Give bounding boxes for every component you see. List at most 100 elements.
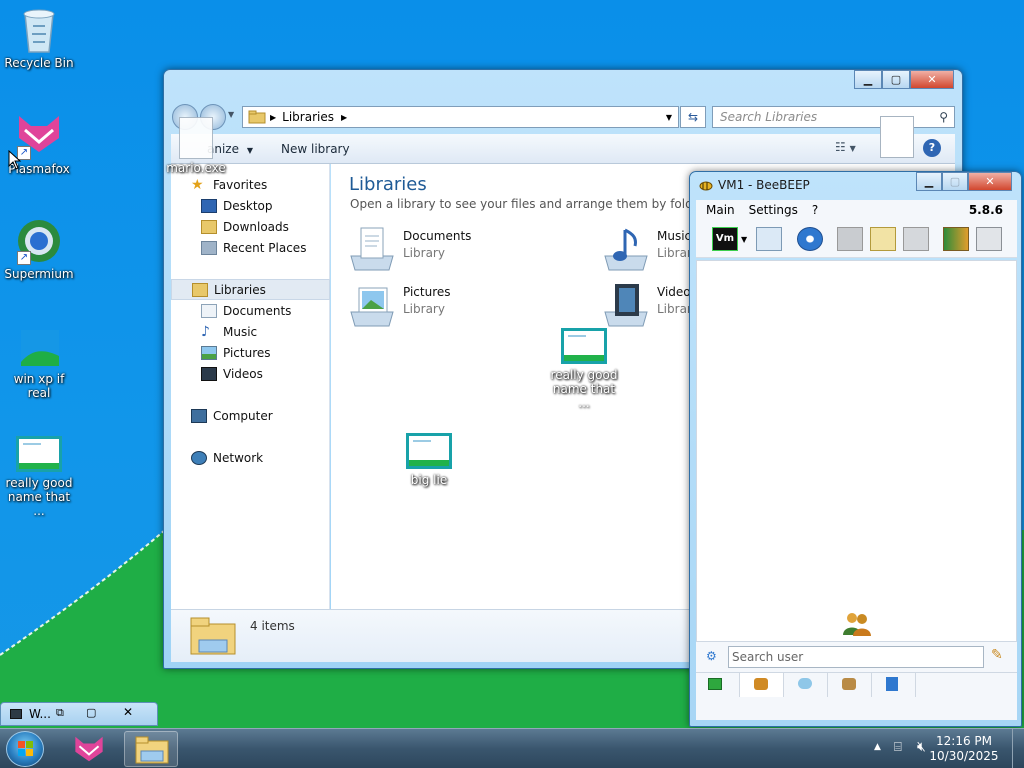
network-icon[interactable]: ⌸: [894, 740, 902, 755]
desktop-icon-recycle-bin[interactable]: Recycle Bin: [1, 6, 77, 70]
menu-help[interactable]: ?: [812, 203, 818, 217]
window-title: VM1 - BeeBEEP: [718, 178, 810, 192]
library-music[interactable]: Music Librar: [603, 226, 692, 272]
panel-tabs: [696, 672, 1017, 698]
search-input[interactable]: Search Libraries ⚲: [712, 106, 955, 128]
window-app-icon: [10, 709, 22, 719]
blank-file-icon[interactable]: [880, 116, 914, 158]
search-icon[interactable]: ⚲: [939, 107, 948, 127]
tab-users[interactable]: [740, 673, 784, 697]
volume-muted-icon[interactable]: 🔇︎: [917, 739, 926, 755]
users-icon: [754, 678, 768, 690]
library-type: Library: [403, 246, 445, 260]
taskbar-plasmafox[interactable]: [62, 731, 116, 767]
blank-file-icon: [179, 117, 213, 159]
libraries-folder-icon: [248, 110, 266, 124]
network-broadcast-icon[interactable]: [797, 227, 823, 251]
close-button[interactable]: ✕: [123, 705, 133, 719]
restore-button[interactable]: ⧉: [56, 706, 64, 720]
nav-pictures[interactable]: Pictures: [171, 342, 330, 363]
desktop-icon-really-good-name-2[interactable]: really good name that ...: [546, 322, 622, 410]
edit-profile-icon[interactable]: [756, 227, 782, 251]
clock[interactable]: 12:16 PM 10/30/2025: [926, 734, 1002, 764]
nav-documents[interactable]: Documents: [171, 300, 330, 321]
desktop-icon-win-xp[interactable]: win xp if real: [1, 322, 77, 400]
version-label: 5.8.6: [968, 203, 1003, 217]
tab-chats[interactable]: [784, 673, 828, 697]
mouse-cursor-icon: [8, 150, 22, 170]
desktop-icon-label: win xp if real: [13, 372, 65, 400]
chat-area[interactable]: [696, 260, 1017, 642]
minimize-button[interactable]: ▁: [916, 172, 942, 191]
nav-label: Documents: [223, 303, 292, 318]
refresh-icon[interactable]: ⇆: [680, 106, 706, 128]
tab-groups[interactable]: [828, 673, 872, 697]
trash-icon[interactable]: [976, 227, 1002, 251]
breadcrumb-chevron-icon[interactable]: ▶: [341, 113, 347, 122]
nav-desktop[interactable]: Desktop: [171, 195, 330, 216]
clear-broom-icon[interactable]: ✎: [991, 647, 1003, 663]
desktop-icon-really-good-name[interactable]: really good name that ...: [1, 430, 77, 518]
address-dropdown-icon[interactable]: ▼: [666, 113, 672, 122]
start-button[interactable]: [6, 731, 44, 767]
breadcrumb-libraries[interactable]: Libraries: [282, 110, 334, 124]
minimized-window-title: W...: [29, 707, 51, 721]
desktop-icon-big-lie[interactable]: big lie: [391, 427, 467, 487]
new-library-button[interactable]: New library: [281, 142, 350, 156]
gear-icon[interactable]: ⚙: [706, 649, 717, 663]
breadcrumb-separator-icon: ▶: [270, 112, 277, 122]
taskbar-explorer[interactable]: [124, 731, 178, 767]
desktop-icon-label: mario.exe: [166, 161, 226, 175]
minimized-window-bar[interactable]: W... ⧉ ▢ ✕: [0, 702, 158, 726]
nav-label: Network: [213, 450, 264, 465]
nav-network[interactable]: Network: [171, 447, 330, 468]
library-pictures[interactable]: Pictures Library: [349, 282, 451, 328]
pencil-icon[interactable]: [870, 227, 896, 251]
desktop: Recycle Bin ↗ Plasmafox ↗ Supermium win …: [0, 0, 1024, 728]
close-button[interactable]: ✕: [968, 172, 1012, 191]
item-count: 4 items: [250, 619, 295, 633]
maximize-button[interactable]: ▢: [86, 706, 96, 719]
menu-main[interactable]: Main: [706, 203, 735, 217]
search-user-input[interactable]: Search user: [728, 646, 984, 668]
tools-icon[interactable]: [903, 227, 929, 251]
nav-videos[interactable]: Videos: [171, 363, 330, 384]
nav-label: Videos: [223, 366, 263, 381]
library-documents[interactable]: Documents Library: [349, 226, 471, 272]
nav-favorites[interactable]: ★ Favorites: [171, 174, 330, 195]
help-icon[interactable]: ?: [923, 139, 941, 157]
nav-label: Libraries: [214, 282, 266, 297]
minimize-button[interactable]: ▁: [854, 70, 882, 89]
beebeep-window[interactable]: VM1 - BeeBEEP ▁ ▢ ✕ Main Settings ? 5.8.…: [689, 171, 1022, 727]
mail-icon[interactable]: [837, 227, 863, 251]
desktop-icon-label: Supermium: [4, 267, 74, 281]
documents-icon: [201, 303, 217, 318]
nav-recent-places[interactable]: Recent Places: [171, 237, 330, 258]
view-options-icon[interactable]: ☷ ▼: [835, 140, 856, 154]
explorer-caption-buttons: ▁ ▢ ✕: [854, 70, 954, 89]
nav-music[interactable]: ♪ Music: [171, 321, 330, 342]
nav-downloads[interactable]: Downloads: [171, 216, 330, 237]
tab-home[interactable]: [696, 673, 740, 697]
menu-settings[interactable]: Settings: [749, 203, 798, 217]
desktop-icon: [201, 198, 217, 213]
close-button[interactable]: ✕: [910, 70, 954, 89]
desktop-icon-supermium[interactable]: ↗ Supermium: [1, 217, 77, 281]
users-group-icon[interactable]: [943, 227, 969, 251]
vm-status-icon[interactable]: Vm: [712, 227, 738, 251]
nav-computer[interactable]: Computer: [171, 405, 330, 426]
command-bar: anize ▼ New library ☷ ▼ ?: [171, 134, 955, 164]
navigation-pane: ★ Favorites Desktop Downloads Recent Pla…: [171, 164, 330, 609]
show-hidden-icons-icon[interactable]: ▲: [874, 742, 881, 752]
desktop-icon-mario-exe[interactable]: mario.exe: [158, 117, 234, 175]
maximize-button[interactable]: ▢: [882, 70, 910, 89]
maximize-button[interactable]: ▢: [942, 172, 968, 191]
star-icon: ★: [191, 176, 204, 193]
status-dropdown-icon[interactable]: ▼: [741, 235, 747, 244]
nav-libraries[interactable]: Libraries: [171, 279, 330, 300]
tab-files[interactable]: [872, 673, 916, 697]
libraries-icon: [192, 282, 208, 297]
show-desktop-button[interactable]: [1012, 729, 1024, 768]
desktop-icon-label: really good name that ...: [550, 368, 618, 410]
address-bar[interactable]: ▶ Libraries ▶ ▼: [242, 106, 679, 128]
